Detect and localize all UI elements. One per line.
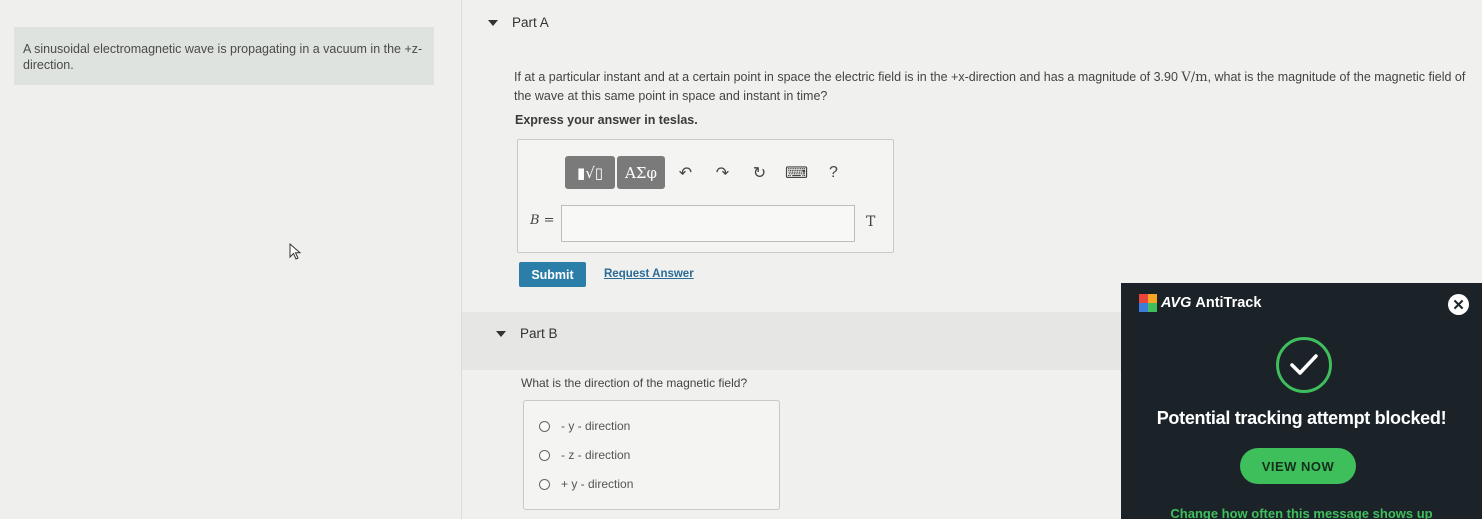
close-icon[interactable]: ✕ xyxy=(1448,294,1469,315)
option-item[interactable]: + y - direction xyxy=(539,477,633,491)
option-item[interactable]: - z - direction xyxy=(539,448,630,462)
avg-logo-icon xyxy=(1139,294,1157,312)
radio-button[interactable] xyxy=(539,449,550,461)
part-b-header[interactable]: Part B xyxy=(496,326,558,341)
templates-button[interactable]: ▮√▯ xyxy=(565,156,615,189)
part-b-title: Part B xyxy=(520,326,558,341)
avg-message: Potential tracking attempt blocked! xyxy=(1156,408,1447,428)
submit-button[interactable]: Submit xyxy=(519,262,586,287)
left-panel: A sinusoidal electromagnetic wave is pro… xyxy=(0,0,462,519)
option-item[interactable]: - y - direction xyxy=(539,419,630,433)
avg-header: AVG AntiTrack xyxy=(1139,294,1261,312)
change-frequency-link[interactable]: Change how often this message shows up xyxy=(1121,506,1482,519)
avg-antitrack-popup: AVG AntiTrack ✕ Potential tracking attem… xyxy=(1121,283,1482,519)
part-a-title: Part A xyxy=(512,15,549,30)
view-now-button[interactable]: VIEW NOW xyxy=(1240,448,1356,484)
greek-symbols-button[interactable]: ΑΣφ xyxy=(617,156,665,189)
help-button[interactable]: ? xyxy=(815,156,852,189)
option-label: + y - direction xyxy=(561,477,634,491)
variable-label: B = xyxy=(530,213,555,228)
avg-product: AntiTrack xyxy=(1195,295,1262,311)
checkmark-icon xyxy=(1276,337,1332,393)
unit-label: T xyxy=(866,214,876,230)
collapse-caret-icon[interactable] xyxy=(488,19,498,26)
part-a-header[interactable]: Part A xyxy=(488,15,549,30)
option-label: - z - direction xyxy=(561,448,631,462)
radio-button[interactable] xyxy=(539,420,550,432)
part-a-question: If at a particular instant and at a cert… xyxy=(514,68,1474,106)
undo-icon[interactable]: ↶ xyxy=(667,156,704,189)
mouse-cursor-icon xyxy=(289,243,302,260)
radio-button[interactable] xyxy=(539,478,550,490)
option-label: - y - direction xyxy=(561,419,631,433)
answer-input[interactable] xyxy=(561,205,855,242)
problem-intro: A sinusoidal electromagnetic wave is pro… xyxy=(14,27,434,85)
question-units: V/m xyxy=(1181,70,1208,85)
redo-icon[interactable]: ↷ xyxy=(704,156,741,189)
avg-brand: AVG xyxy=(1161,295,1192,311)
math-toolbar: ▮√▯ ΑΣφ ↶ ↷ ↻ ⌨ ? xyxy=(565,156,852,189)
part-b-question: What is the direction of the magnetic fi… xyxy=(521,376,748,390)
reset-icon[interactable]: ↻ xyxy=(741,156,778,189)
keyboard-icon[interactable]: ⌨ xyxy=(778,156,815,189)
problem-intro-text: A sinusoidal electromagnetic wave is pro… xyxy=(23,42,423,72)
answer-instructions: Express your answer in teslas. xyxy=(515,113,698,127)
answer-editor: ▮√▯ ΑΣφ ↶ ↷ ↻ ⌨ ? B = T xyxy=(517,139,894,253)
collapse-caret-icon[interactable] xyxy=(496,330,506,337)
request-answer-link[interactable]: Request Answer xyxy=(604,268,694,280)
options-group: - y - direction - z - direction + y - di… xyxy=(523,400,780,510)
question-text-start: If at a particular instant and at a cert… xyxy=(514,70,1182,84)
